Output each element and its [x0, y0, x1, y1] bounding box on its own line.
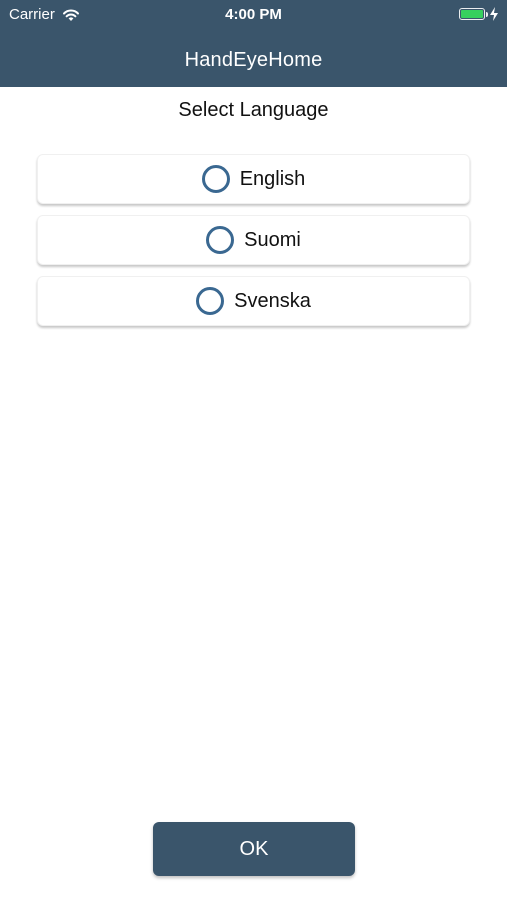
language-option-english[interactable]: English	[37, 154, 470, 204]
language-option-svenska[interactable]: Svenska	[37, 276, 470, 326]
language-label: English	[239, 167, 306, 190]
language-label: Suomi	[244, 228, 301, 251]
battery-level	[461, 10, 483, 18]
page-title: Select Language	[178, 99, 329, 121]
status-time: 4:00 PM	[225, 6, 282, 23]
radio-button-icon[interactable]	[201, 165, 230, 193]
nav-title: HandEyeHome	[184, 49, 323, 71]
radio-button-icon[interactable]	[206, 226, 235, 254]
battery-indicator	[459, 7, 499, 21]
radio-button-icon[interactable]	[196, 287, 225, 315]
app-header: Carrier 4:00 PM HandEyeHome	[0, 0, 507, 87]
status-bar: Carrier 4:00 PM	[0, 0, 507, 28]
battery-icon	[459, 8, 488, 20]
ok-button[interactable]: OK	[153, 822, 355, 876]
language-option-suomi[interactable]: Suomi	[37, 215, 470, 265]
battery-cap	[486, 12, 488, 17]
language-label: Svenska	[234, 289, 311, 312]
charging-bolt-icon	[490, 7, 498, 21]
language-list: English Suomi Svenska	[37, 154, 470, 337]
